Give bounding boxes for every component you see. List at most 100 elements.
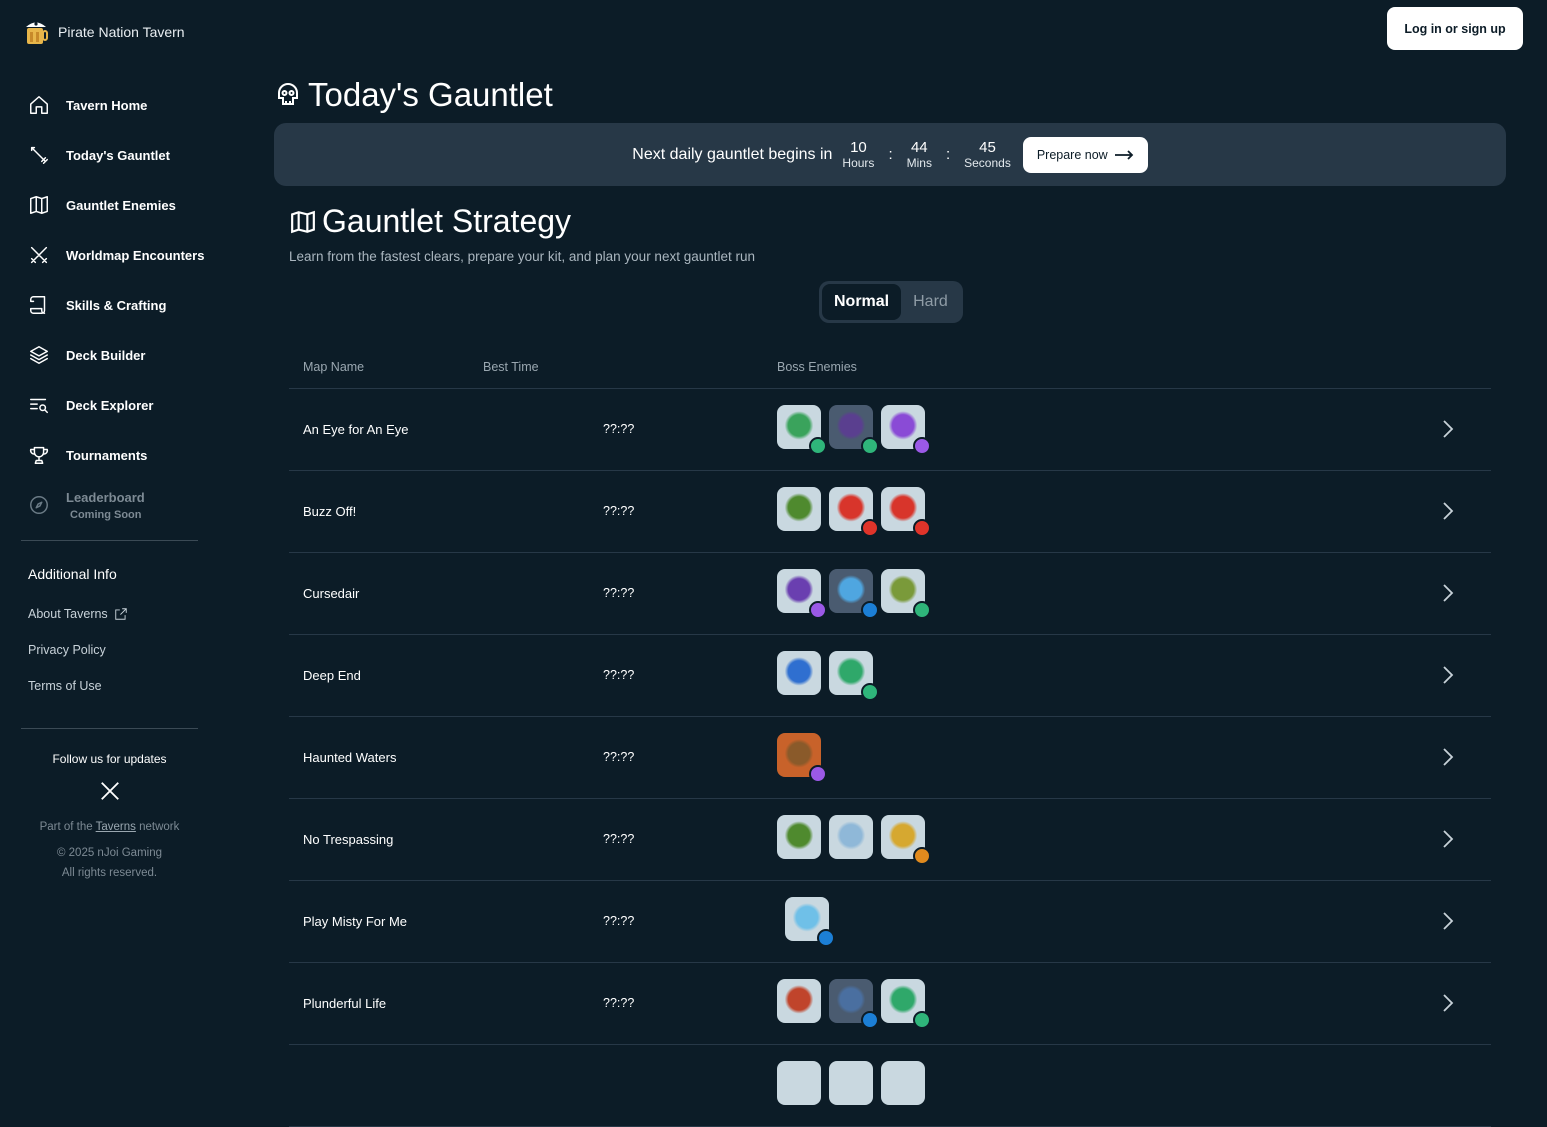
separator: :: [945, 146, 951, 163]
boss-enemy-icon[interactable]: [785, 897, 835, 947]
best-time: ??:??: [603, 504, 635, 518]
hours-value: 10: [850, 139, 867, 156]
terms-of-use-link[interactable]: Terms of Use: [28, 668, 128, 704]
boss-enemy-icon[interactable]: [777, 569, 827, 619]
sidebar-item-todays-gauntlet[interactable]: Today's Gauntlet: [28, 130, 208, 180]
chevron-right-icon[interactable]: [1441, 419, 1455, 439]
crossed-swords-icon: [28, 244, 50, 266]
boss-art: [835, 821, 867, 853]
boss-art: [783, 985, 815, 1017]
boss-art: [783, 657, 815, 689]
boss-enemies: [777, 1061, 925, 1105]
boss-enemy-icon[interactable]: [829, 487, 879, 537]
map-icon: [291, 210, 315, 233]
sidebar-item-leaderboard: Leaderboard Coming Soon: [28, 480, 208, 530]
best-time: ??:??: [603, 832, 635, 846]
boss-enemy-icon[interactable]: [777, 1061, 821, 1105]
sidebar-item-deck-explorer[interactable]: Deck Explorer: [28, 380, 208, 430]
boss-enemy-icon[interactable]: [829, 979, 879, 1029]
link-label: Terms of Use: [28, 679, 102, 693]
boss-enemy-icon[interactable]: [881, 487, 931, 537]
table-row[interactable]: No Trespassing??:??: [289, 799, 1491, 881]
table-row[interactable]: An Eye for An Eye??:??: [289, 389, 1491, 471]
map-name: An Eye for An Eye: [303, 422, 409, 437]
chevron-right-icon[interactable]: [1441, 665, 1455, 685]
page-title: Today's Gauntlet: [276, 76, 553, 114]
additional-info-title: Additional Info: [28, 566, 117, 582]
about-taverns-link[interactable]: About Taverns: [28, 596, 128, 632]
best-time: ??:??: [603, 750, 635, 764]
map-name: Cursedair: [303, 586, 360, 601]
column-boss-enemies: Boss Enemies: [777, 360, 857, 374]
link-label: About Taverns: [28, 607, 108, 621]
boss-enemy-icon[interactable]: [829, 405, 879, 455]
boss-art: [783, 575, 815, 607]
secs-value: 45: [979, 139, 996, 156]
scroll-icon: [28, 294, 50, 316]
boss-enemy-icon[interactable]: [829, 815, 873, 859]
boss-enemies: [777, 569, 931, 619]
boss-art: [887, 493, 919, 525]
boss-art: [835, 657, 867, 689]
best-time: ??:??: [603, 422, 635, 436]
chevron-right-icon[interactable]: [1441, 911, 1455, 931]
x-social-icon[interactable]: [99, 780, 121, 802]
privacy-policy-link[interactable]: Privacy Policy: [28, 632, 128, 668]
boss-enemies: [777, 733, 827, 783]
boss-enemy-icon[interactable]: [881, 405, 931, 455]
link-label: Privacy Policy: [28, 643, 106, 657]
sidebar-item-tavern-home[interactable]: Tavern Home: [28, 80, 208, 130]
boss-enemy-icon[interactable]: [829, 651, 879, 701]
sidebar-item-worldmap-encounters[interactable]: Worldmap Encounters: [28, 230, 208, 280]
boss-enemy-icon[interactable]: [829, 1061, 873, 1105]
table-row[interactable]: [289, 1045, 1491, 1127]
table-row[interactable]: Haunted Waters??:??: [289, 717, 1491, 799]
boss-enemy-icon[interactable]: [777, 651, 821, 695]
difficulty-normal[interactable]: Normal: [822, 284, 902, 320]
mins-label: Mins: [906, 156, 932, 170]
sidebar-divider: [21, 540, 198, 541]
boss-art: [835, 411, 867, 443]
table-row[interactable]: Plunderful Life??:??: [289, 963, 1491, 1045]
chevron-right-icon[interactable]: [1441, 993, 1455, 1013]
sidebar-divider: [21, 728, 198, 729]
table-row[interactable]: Cursedair??:??: [289, 553, 1491, 635]
boss-enemy-icon[interactable]: [881, 569, 931, 619]
column-best-time: Best Time: [483, 360, 539, 374]
sidebar-item-tournaments[interactable]: Tournaments: [28, 430, 208, 480]
boss-enemy-icon[interactable]: [777, 487, 821, 531]
element-badge-icon: [861, 437, 879, 455]
difficulty-hard[interactable]: Hard: [901, 284, 960, 320]
countdown-mins: 44 Mins: [907, 139, 932, 170]
element-badge-icon: [913, 1011, 931, 1029]
chevron-right-icon[interactable]: [1441, 583, 1455, 603]
chevron-right-icon[interactable]: [1441, 829, 1455, 849]
sidebar-item-deck-builder[interactable]: Deck Builder: [28, 330, 208, 380]
login-button[interactable]: Log in or sign up: [1387, 7, 1523, 50]
boss-enemy-icon[interactable]: [881, 1061, 925, 1105]
brand[interactable]: Pirate Nation Tavern: [24, 18, 185, 46]
table-header: Map Name Best Time Boss Enemies: [289, 354, 1491, 389]
boss-enemy-icon[interactable]: [777, 733, 827, 783]
boss-art: [887, 575, 919, 607]
column-map-name: Map Name: [303, 360, 365, 374]
sidebar-item-gauntlet-enemies[interactable]: Gauntlet Enemies: [28, 180, 208, 230]
chevron-right-icon[interactable]: [1441, 501, 1455, 521]
boss-art: [791, 903, 823, 935]
boss-enemy-icon[interactable]: [777, 979, 821, 1023]
boss-enemy-icon[interactable]: [777, 815, 821, 859]
boss-enemies: [777, 979, 931, 1029]
sidebar-item-skills-crafting[interactable]: Skills & Crafting: [28, 280, 208, 330]
boss-enemy-icon[interactable]: [829, 569, 879, 619]
table-row[interactable]: Play Misty For Me??:??: [289, 881, 1491, 963]
table-row[interactable]: Deep End??:??: [289, 635, 1491, 717]
chevron-right-icon[interactable]: [1441, 747, 1455, 767]
table-row[interactable]: Buzz Off!??:??: [289, 471, 1491, 553]
boss-enemy-icon[interactable]: [881, 979, 931, 1029]
boss-enemies: [777, 651, 879, 701]
boss-enemy-icon[interactable]: [881, 815, 931, 865]
boss-enemy-icon[interactable]: [777, 405, 827, 455]
layers-icon: [28, 344, 50, 366]
prepare-now-button[interactable]: Prepare now: [1022, 136, 1148, 173]
taverns-network-link[interactable]: Taverns: [96, 821, 136, 833]
